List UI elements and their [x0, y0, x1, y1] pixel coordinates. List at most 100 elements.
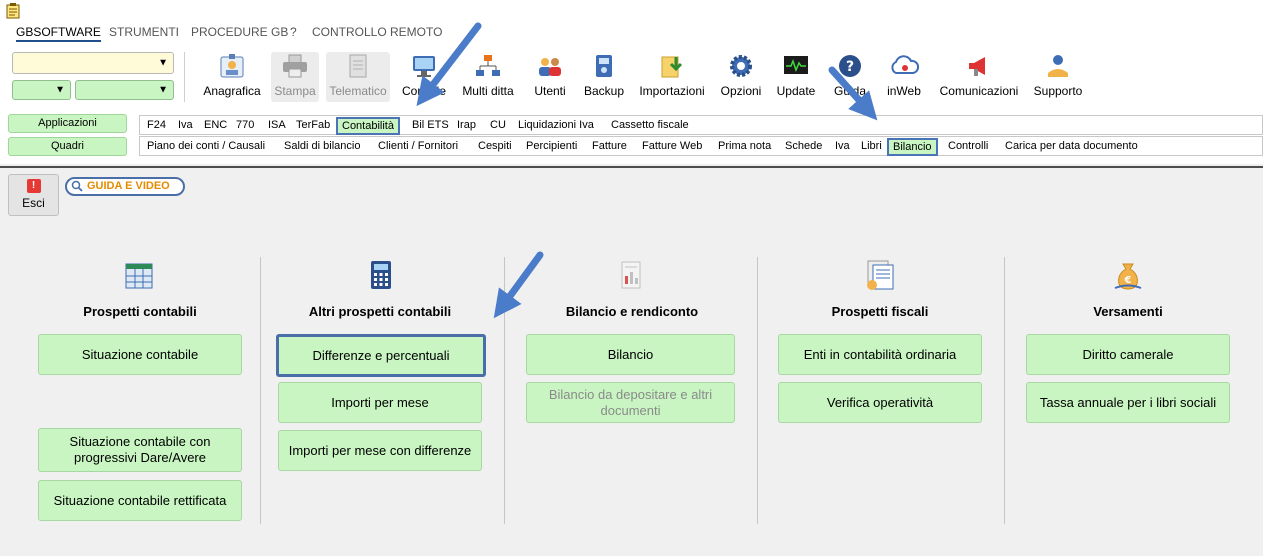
tab-bil-ets[interactable]: Bil ETS: [412, 119, 449, 131]
verifica-operativita-button[interactable]: Verifica operatività: [778, 382, 982, 423]
column-separator: [260, 257, 261, 524]
support-icon: [1042, 52, 1074, 80]
cloud-icon: [888, 52, 920, 80]
tab-contabilita[interactable]: Contabilità: [336, 117, 400, 135]
tab-terfab[interactable]: TerFab: [296, 119, 330, 131]
tab-clienti-fornitori[interactable]: Clienti / Fornitori: [378, 140, 458, 152]
tab-iva[interactable]: Iva: [178, 119, 193, 131]
diritto-camerale-button[interactable]: Diritto camerale: [1026, 334, 1230, 375]
differenze-percentuali-button[interactable]: Differenze e percentuali: [276, 334, 486, 377]
printer-icon: [279, 52, 311, 80]
tab-bilancio[interactable]: Bilancio: [887, 138, 938, 156]
menu-controllo-remoto[interactable]: CONTROLLO REMOTO: [312, 25, 442, 39]
update-button[interactable]: Update: [775, 52, 817, 102]
tab-schede[interactable]: Schede: [785, 140, 822, 152]
gear-icon: [725, 52, 757, 80]
tab-row-sections: Piano dei conti / Causali Saldi di bilan…: [139, 136, 1263, 156]
monitor-icon: [408, 52, 440, 80]
company-select[interactable]: ▼: [12, 52, 174, 74]
document-icon: [342, 52, 374, 80]
id-card-icon: [216, 52, 248, 80]
bilancio-depositare-button[interactable]: Bilancio da depositare e altri documenti: [526, 382, 735, 423]
chevron-down-icon: ▼: [158, 84, 168, 96]
column-title-prospetti-contabili: Prospetti contabili: [83, 304, 197, 319]
tab-fatture[interactable]: Fatture: [592, 140, 627, 152]
period-select[interactable]: ▼: [75, 80, 174, 100]
bilancio-button[interactable]: Bilancio: [526, 334, 735, 375]
title-bar: [0, 0, 1263, 22]
tab-row-applications: F24 Iva ENC 770 ISA TerFab Contabilità B…: [139, 115, 1263, 135]
exit-icon: !: [26, 179, 41, 193]
guida-video-button[interactable]: GUIDA E VIDEO: [65, 177, 185, 196]
backup-button[interactable]: Backup: [582, 52, 626, 102]
tab-cespiti[interactable]: Cespiti: [478, 140, 512, 152]
ribbon-toolbar: ▼ ▼ ▼ Anagrafica Stampa Telematico Conso…: [0, 44, 1263, 106]
stampa-button[interactable]: Stampa: [271, 52, 319, 102]
column-title-prospetti-fiscali: Prospetti fiscali: [831, 304, 929, 319]
situazione-contabile-button[interactable]: Situazione contabile: [38, 334, 242, 375]
year-select[interactable]: ▼: [12, 80, 71, 100]
tab-controlli[interactable]: Controlli: [948, 140, 988, 152]
tab-iva-section[interactable]: Iva: [835, 140, 850, 152]
tax-document-icon: [867, 260, 894, 290]
importazioni-button[interactable]: Importazioni: [636, 52, 708, 102]
tab-f24[interactable]: F24: [147, 119, 166, 131]
tassa-libri-sociali-button[interactable]: Tassa annuale per i libri sociali: [1026, 382, 1230, 423]
tabs-area: Applicazioni Quadri F24 Iva ENC 770 ISA …: [0, 106, 1263, 164]
menu-procedure-gb[interactable]: PROCEDURE GB: [191, 25, 288, 39]
guida-button[interactable]: ? Guida: [830, 52, 870, 102]
menu-bar: GBSOFTWARE STRUMENTI PROCEDURE GB ? CONT…: [0, 22, 1263, 44]
tab-enc[interactable]: ENC: [204, 119, 227, 131]
utenti-button[interactable]: Utenti: [530, 52, 570, 102]
tab-cassetto-fiscale[interactable]: Cassetto fiscale: [611, 119, 689, 131]
importi-per-mese-differenze-button[interactable]: Importi per mese con differenze: [278, 430, 482, 471]
magnifier-icon: [71, 180, 83, 192]
tab-percipienti[interactable]: Percipienti: [526, 140, 577, 152]
comunicazioni-button[interactable]: Comunicazioni: [937, 52, 1021, 102]
menu-gbsoftware[interactable]: GBSOFTWARE: [16, 25, 101, 42]
calculator-icon: [371, 261, 391, 289]
applicazioni-button[interactable]: Applicazioni: [8, 114, 127, 133]
svg-text:?: ?: [846, 59, 854, 75]
tab-fatture-web[interactable]: Fatture Web: [642, 140, 702, 152]
money-bag-icon: €: [1114, 263, 1142, 290]
tab-libri[interactable]: Libri: [861, 140, 882, 152]
console-button[interactable]: Console: [400, 52, 448, 102]
tab-isa[interactable]: ISA: [268, 119, 286, 131]
tab-liquidazioni-iva[interactable]: Liquidazioni Iva: [518, 119, 594, 131]
multi-ditta-button[interactable]: Multi ditta: [457, 52, 519, 102]
svg-text:€: €: [1124, 275, 1132, 286]
anagrafica-button[interactable]: Anagrafica: [201, 52, 263, 102]
header-divider: [0, 166, 1263, 168]
situazione-contabile-progressivi-button[interactable]: Situazione contabile con progressivi Dar…: [38, 428, 242, 472]
column-separator: [1004, 257, 1005, 524]
arrow-to-differenze: [493, 251, 544, 319]
tab-irap[interactable]: Irap: [457, 119, 476, 131]
importi-per-mese-button[interactable]: Importi per mese: [278, 382, 482, 423]
situazione-contabile-rettificata-button[interactable]: Situazione contabile rettificata: [38, 480, 242, 521]
app-notepad-icon: [6, 3, 20, 19]
menu-strumenti[interactable]: STRUMENTI: [109, 25, 179, 39]
tab-saldi-di-bilancio[interactable]: Saldi di bilancio: [284, 140, 360, 152]
column-separator: [757, 257, 758, 524]
supporto-button[interactable]: Supporto: [1031, 52, 1085, 102]
enti-contabilita-ordinaria-button[interactable]: Enti in contabilità ordinaria: [778, 334, 982, 375]
menu-help[interactable]: ?: [290, 25, 297, 39]
esci-button[interactable]: ! Esci: [8, 174, 59, 216]
spreadsheet-icon: [125, 263, 153, 289]
column-title-versamenti: Versamenti: [1093, 304, 1163, 319]
opzioni-button[interactable]: Opzioni: [718, 52, 764, 102]
import-icon: [656, 52, 688, 80]
tab-prima-nota[interactable]: Prima nota: [718, 140, 771, 152]
quadri-button[interactable]: Quadri: [8, 137, 127, 156]
tab-carica-per-data[interactable]: Carica per data documento: [1005, 140, 1138, 152]
help-icon: ?: [834, 52, 866, 80]
toolbar-separator: [184, 52, 185, 102]
inweb-button[interactable]: inWeb: [884, 52, 924, 102]
tab-piano-dei-conti[interactable]: Piano dei conti / Causali: [147, 140, 265, 152]
tab-770[interactable]: 770: [236, 119, 254, 131]
tab-cu[interactable]: CU: [490, 119, 506, 131]
column-title-bilancio-rendiconto: Bilancio e rendiconto: [565, 304, 699, 319]
column-separator: [504, 257, 505, 524]
telematico-button[interactable]: Telematico: [326, 52, 390, 102]
